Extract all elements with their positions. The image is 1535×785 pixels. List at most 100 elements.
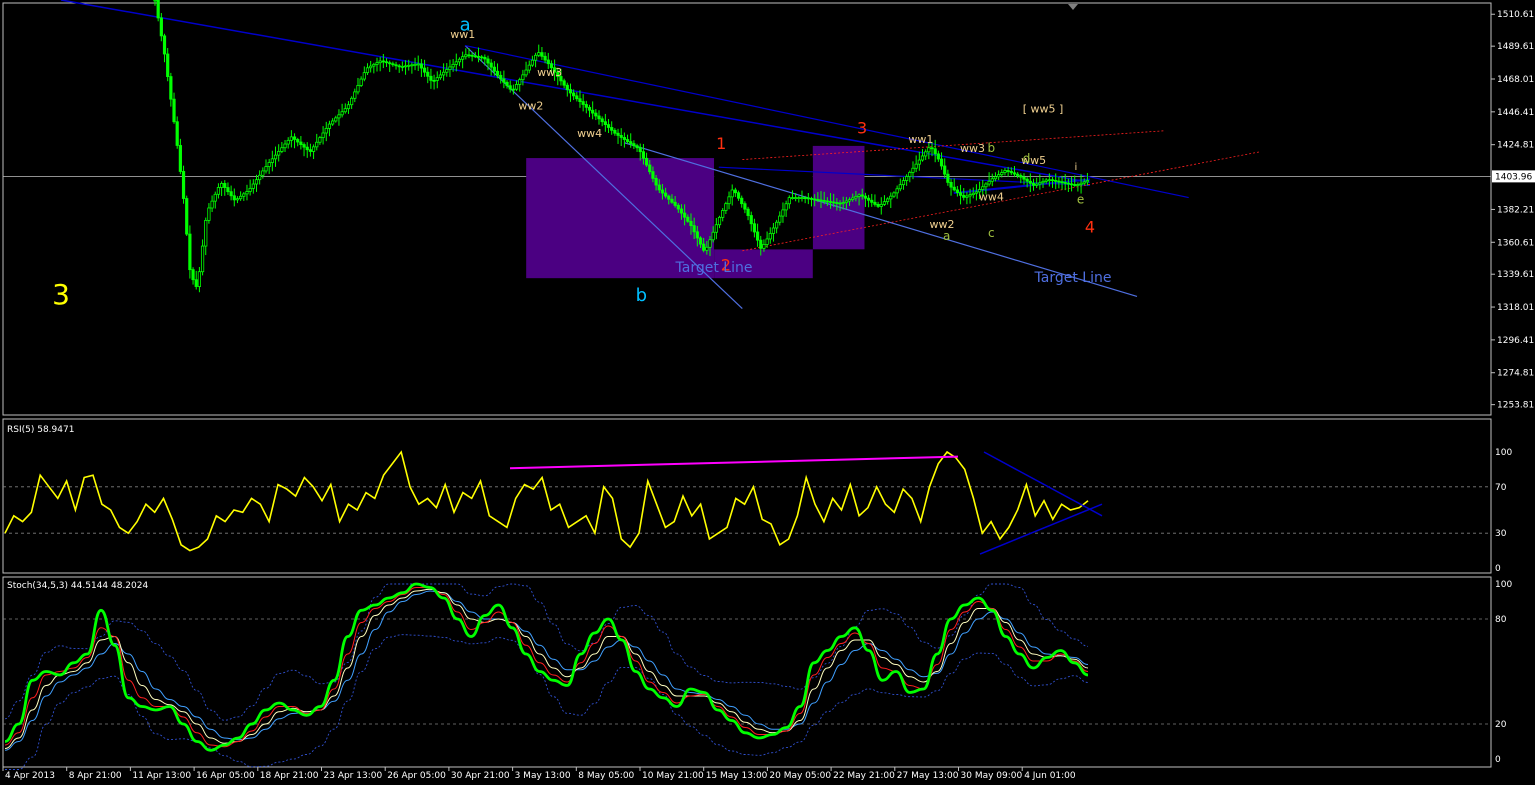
candle-body — [331, 120, 335, 125]
time-tick-label: 26 Apr 05:00 — [387, 771, 446, 781]
candle-body — [632, 143, 636, 147]
rsi-axis: 100 70 30 0 — [3, 448, 1512, 574]
candle-body — [229, 191, 233, 197]
time-tick-label: 15 May 13:00 — [706, 771, 768, 781]
candle-body — [692, 225, 696, 233]
candle-body — [968, 194, 972, 197]
rsi-plot — [4, 450, 1103, 555]
candle-body — [210, 200, 214, 209]
candle-body — [365, 67, 370, 74]
candle-body — [470, 54, 474, 57]
price-tick-label: 1468.01 — [1497, 75, 1534, 85]
scroll-marker-icon[interactable] — [1068, 4, 1078, 10]
candle-body — [866, 197, 871, 201]
time-tick-label: 23 Apr 13:00 — [324, 771, 383, 781]
candle-body — [1012, 172, 1017, 175]
wave-label: e — [1077, 193, 1084, 207]
rsi-title: RSI(5) 58.9471 — [7, 425, 74, 435]
candle-body — [486, 58, 490, 64]
candle-body — [822, 200, 826, 202]
candle-body — [743, 203, 747, 210]
candle-body — [537, 52, 541, 56]
candle-body — [879, 203, 883, 207]
candle-body — [800, 197, 804, 199]
candle-body — [435, 77, 439, 81]
candle-body — [350, 97, 354, 106]
wave-label: i — [1075, 162, 1078, 173]
candle-body — [422, 67, 427, 73]
candle-body — [340, 111, 344, 116]
candle-body — [407, 64, 411, 67]
wave-label: c — [988, 226, 995, 240]
candle-body — [981, 186, 985, 190]
candle-body — [584, 104, 588, 108]
candle-body — [917, 159, 921, 165]
candle-body — [346, 104, 351, 110]
candle-body — [543, 55, 547, 61]
candle-body — [930, 147, 934, 150]
price-tick-label: 1382.21 — [1497, 205, 1534, 215]
candle-body — [562, 80, 566, 86]
candle-body — [1044, 179, 1048, 182]
candle-body — [990, 178, 994, 182]
candle-body — [175, 121, 179, 146]
candle-body — [473, 55, 477, 58]
candle-body — [939, 158, 944, 167]
candle-body — [641, 151, 646, 159]
candle-body — [457, 58, 462, 63]
time-tick-label: 11 Apr 13:00 — [132, 771, 191, 781]
candle-body — [594, 112, 598, 117]
candle-body — [905, 176, 909, 181]
candle-body — [1000, 172, 1004, 176]
candle-body — [781, 209, 785, 217]
candle-body — [702, 243, 706, 251]
candle-body — [813, 198, 817, 201]
candle-body — [353, 91, 357, 99]
candle-body — [635, 145, 639, 149]
candle-body — [971, 192, 975, 196]
candle-body — [343, 108, 347, 113]
candle-body — [657, 184, 661, 191]
candle-body — [736, 192, 741, 199]
candle-body — [1016, 173, 1020, 176]
candle-body — [289, 136, 293, 141]
candle-body — [1019, 175, 1023, 178]
candle-body — [667, 195, 671, 200]
candle-body — [625, 139, 630, 142]
candle-body — [153, 0, 157, 2]
candle-body — [492, 66, 496, 72]
candle-body — [302, 144, 306, 148]
candle-body — [248, 187, 252, 192]
candle-body — [530, 59, 535, 66]
candle-body — [200, 245, 205, 273]
candle-body — [1050, 179, 1055, 182]
candle-body — [546, 59, 550, 65]
stoch-signal-line — [4, 587, 1089, 748]
candle-body — [413, 63, 417, 66]
time-axis: 4 Apr 2013 8 Apr 21:00 11 Apr 13:00 16 Apr … — [2, 767, 1076, 781]
candle-body — [997, 174, 1001, 178]
candle-body — [239, 195, 243, 200]
candle-body — [283, 143, 287, 149]
candle-body — [828, 201, 833, 203]
candle-body — [927, 147, 931, 153]
stoch-main-line — [4, 582, 1089, 752]
time-tick-label: 8 Apr 21:00 — [69, 771, 122, 781]
candle-body — [232, 195, 236, 201]
candle-body — [984, 183, 988, 188]
candle-body — [464, 54, 468, 58]
candle-body — [220, 183, 224, 188]
candle-body — [334, 117, 338, 122]
stoch-tick-label: 100 — [1495, 580, 1512, 590]
candle-body — [876, 203, 880, 207]
candle-body — [327, 123, 332, 129]
candle-body — [898, 184, 902, 190]
wave-label: ww2 — [929, 218, 954, 231]
candle-body — [654, 177, 658, 186]
candle-body — [1006, 170, 1010, 172]
candle-body — [568, 89, 573, 94]
wave-label: 3 — [857, 119, 867, 138]
price-tick-label: 1510.61 — [1497, 10, 1534, 20]
candle-body — [416, 63, 420, 66]
candle-body — [251, 183, 255, 189]
